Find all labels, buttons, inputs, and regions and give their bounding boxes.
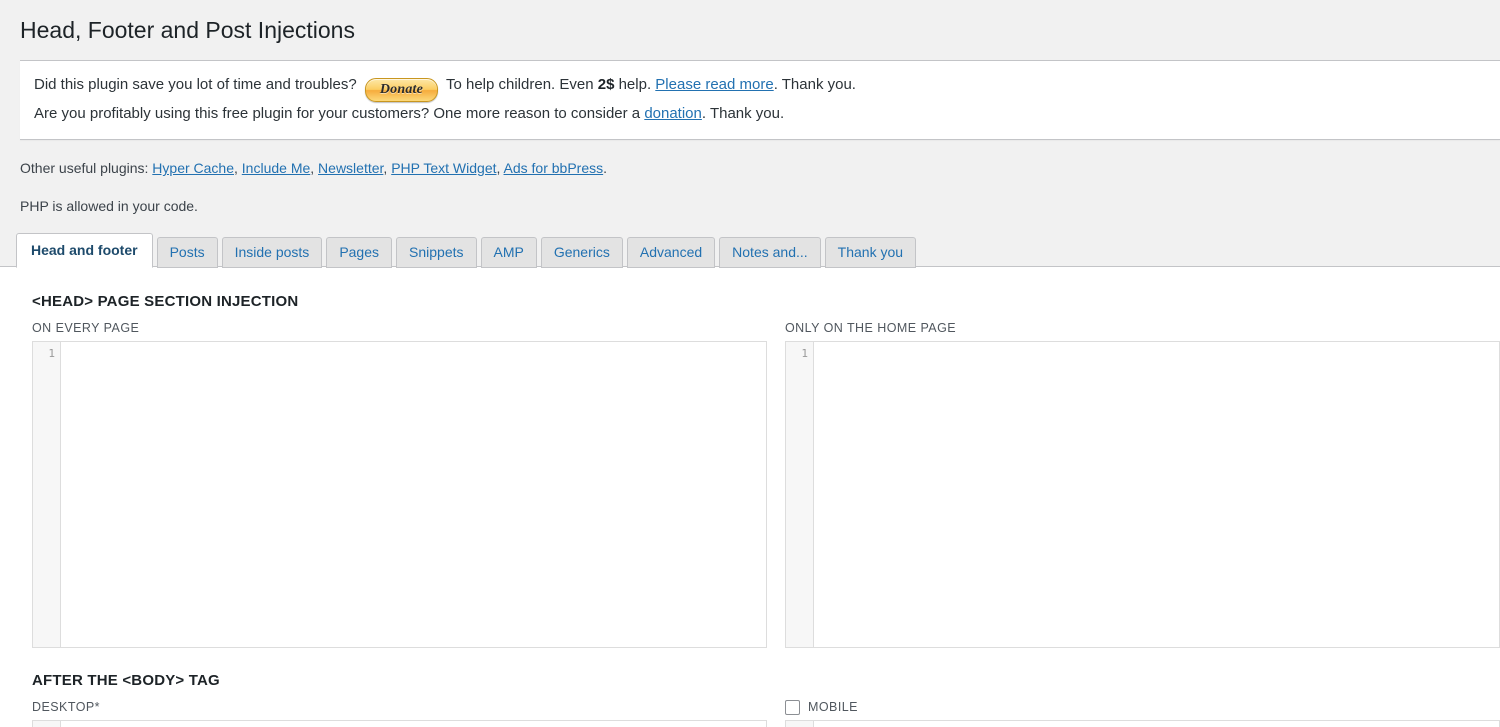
mobile-checkbox[interactable] xyxy=(785,700,800,715)
plugin-link-ads-for-bbpress[interactable]: Ads for bbPress xyxy=(504,160,604,176)
other-plugins-line: Other useful plugins: Hyper Cache, Inclu… xyxy=(0,140,1500,179)
body-desktop-code[interactable] xyxy=(62,721,766,727)
head-every-page-code[interactable] xyxy=(62,342,766,647)
body-mobile-editor[interactable]: 1 xyxy=(785,720,1500,727)
notice-amount: 2$ xyxy=(598,76,615,93)
tab-snippets[interactable]: Snippets xyxy=(396,237,476,268)
donation-notice: Did this plugin save you lot of time and… xyxy=(20,60,1500,140)
notice-text-2b: . Thank you. xyxy=(702,105,784,122)
editor-gutter: 1 xyxy=(33,721,61,727)
notice-text-1b: To help children. Even xyxy=(446,76,594,93)
notice-text-2a: Are you profitably using this free plugi… xyxy=(34,105,640,122)
notice-text-1a: Did this plugin save you lot of time and… xyxy=(34,76,357,93)
editor-gutter: 1 xyxy=(33,342,61,647)
tab-list: Head and footer Posts Inside posts Pages… xyxy=(16,236,1500,267)
notice-line-1: Did this plugin save you lot of time and… xyxy=(34,73,1486,102)
head-home-page-label: ONLY ON THE HOME PAGE xyxy=(785,310,1500,341)
tab-posts[interactable]: Posts xyxy=(157,237,218,268)
plugin-link-newsletter[interactable]: Newsletter xyxy=(318,160,383,176)
body-section-title: AFTER THE <BODY> TAG xyxy=(0,648,1500,689)
head-home-page-editor[interactable]: 1 xyxy=(785,341,1500,648)
head-section-title: <HEAD> PAGE SECTION INJECTION xyxy=(0,267,1500,310)
donate-button[interactable]: Donate xyxy=(365,78,438,102)
tab-notes-and[interactable]: Notes and... xyxy=(719,237,821,268)
donation-link[interactable]: donation xyxy=(644,105,702,122)
body-mobile-label: MOBILE xyxy=(808,700,858,715)
other-plugins-prefix: Other useful plugins: xyxy=(20,160,148,176)
tab-head-and-footer[interactable]: Head and footer xyxy=(16,233,153,268)
other-plugins-suffix: . xyxy=(603,160,607,176)
php-allowed-note: PHP is allowed in your code. xyxy=(0,179,1500,217)
tab-inside-posts[interactable]: Inside posts xyxy=(222,237,323,268)
head-home-page-field: ONLY ON THE HOME PAGE 1 xyxy=(767,310,1500,648)
editor-gutter: 1 xyxy=(786,721,814,727)
head-section-columns: ON EVERY PAGE 1 ONLY ON THE HOME PAGE 1 xyxy=(0,310,1500,648)
head-every-page-label: ON EVERY PAGE xyxy=(32,310,767,341)
editor-gutter: 1 xyxy=(786,342,814,647)
tab-thank-you[interactable]: Thank you xyxy=(825,237,916,268)
body-section-columns: DESKTOP* 1 MOBILE 1 xyxy=(0,689,1500,727)
body-desktop-editor[interactable]: 1 xyxy=(32,720,767,727)
line-number: 1 xyxy=(786,342,813,361)
body-mobile-field: MOBILE 1 xyxy=(767,689,1500,727)
line-number: 1 xyxy=(33,721,60,727)
line-number: 1 xyxy=(786,721,813,727)
tab-amp[interactable]: AMP xyxy=(481,237,537,268)
body-desktop-label: DESKTOP* xyxy=(32,689,767,720)
tab-advanced[interactable]: Advanced xyxy=(627,237,715,268)
notice-line-2: Are you profitably using this free plugi… xyxy=(34,102,1486,126)
body-desktop-field: DESKTOP* 1 xyxy=(32,689,767,727)
body-mobile-code[interactable] xyxy=(815,721,1499,727)
head-every-page-editor[interactable]: 1 xyxy=(32,341,767,648)
tab-generics[interactable]: Generics xyxy=(541,237,623,268)
page-title: Head, Footer and Post Injections xyxy=(0,0,1500,60)
please-read-more-link[interactable]: Please read more xyxy=(655,76,773,93)
notice-text-1d: . Thank you. xyxy=(774,76,856,93)
admin-page: Head, Footer and Post Injections Did thi… xyxy=(0,0,1500,727)
tab-pages[interactable]: Pages xyxy=(326,237,392,268)
plugin-link-hyper-cache[interactable]: Hyper Cache xyxy=(152,160,234,176)
head-and-footer-panel: <HEAD> PAGE SECTION INJECTION ON EVERY P… xyxy=(0,267,1500,727)
body-mobile-toggle-row: MOBILE xyxy=(785,689,1500,720)
head-every-page-field: ON EVERY PAGE 1 xyxy=(32,310,767,648)
notice-text-1c: help. xyxy=(619,76,652,93)
plugin-link-include-me[interactable]: Include Me xyxy=(242,160,310,176)
tab-bar: Head and footer Posts Inside posts Pages… xyxy=(0,236,1500,267)
plugin-link-php-text-widget[interactable]: PHP Text Widget xyxy=(391,160,496,176)
head-home-page-code[interactable] xyxy=(815,342,1499,647)
line-number: 1 xyxy=(33,342,60,361)
